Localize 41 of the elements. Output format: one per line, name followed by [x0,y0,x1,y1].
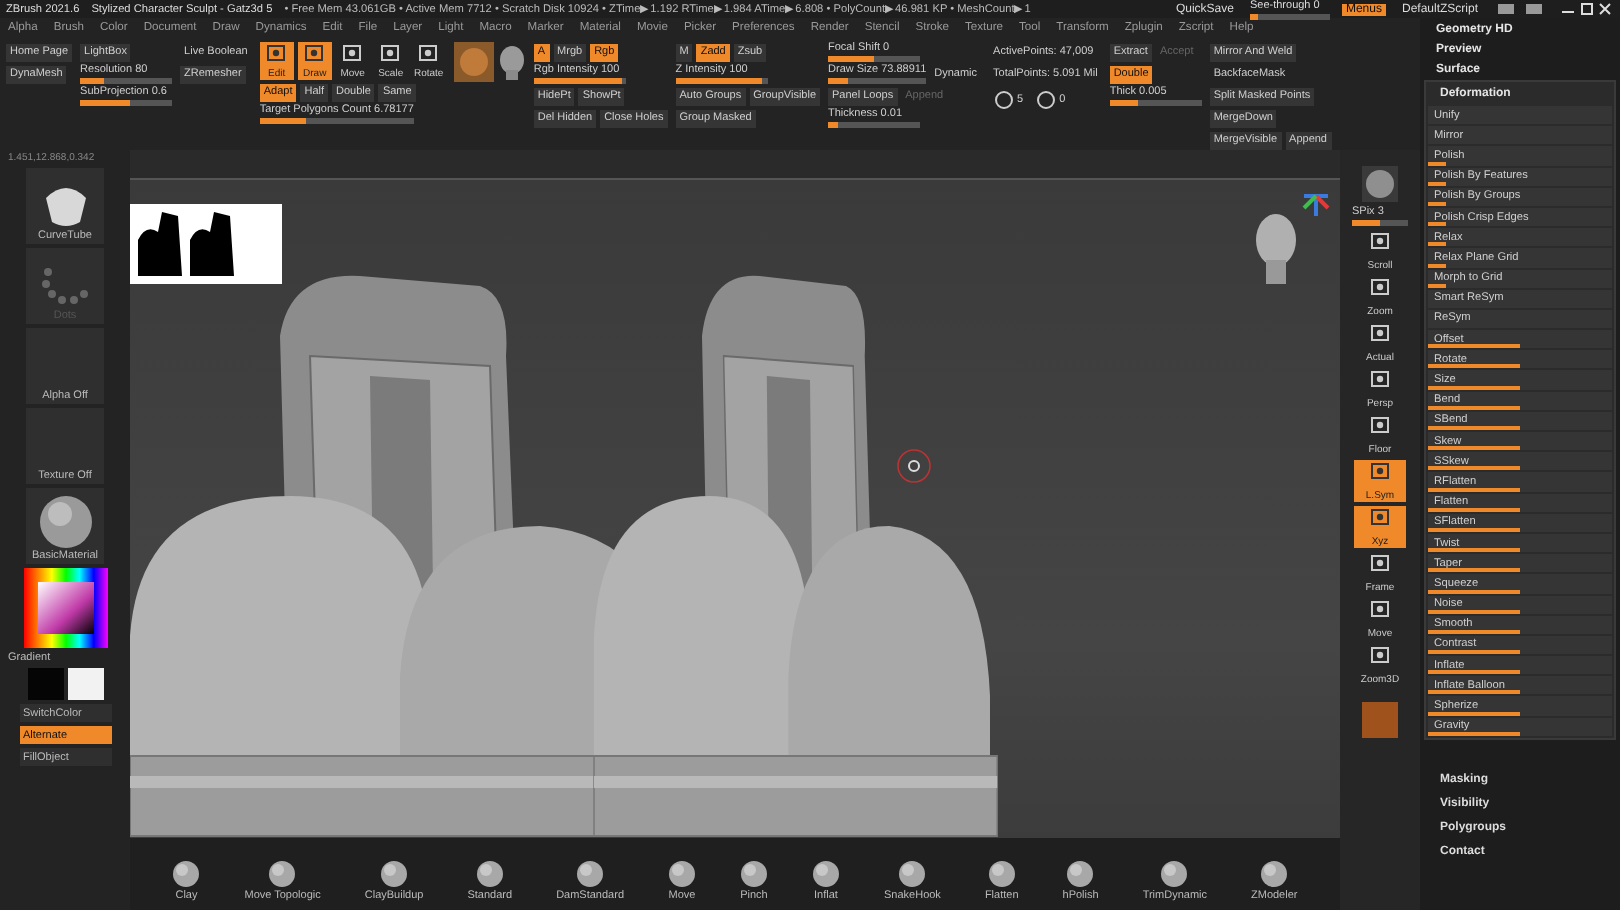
tool-icon [1370,554,1390,572]
brush-sphere-icon [987,860,1016,888]
tool-icon [1370,508,1390,526]
tool-icon [1370,324,1390,342]
tool-icon [1370,600,1390,618]
material-sphere-icon[interactable] [453,42,494,82]
brush-sphere-icon [740,860,768,888]
tool-icon [266,44,287,62]
tool-icon [1370,462,1390,480]
brush-sphere-icon [1066,860,1095,888]
brush-sphere-icon [668,860,696,888]
tool-icon [1370,416,1390,434]
brush-sphere-icon [812,860,840,888]
window-controls-icon[interactable] [1494,2,1614,16]
brush-cursor-icon [896,448,932,484]
tool-icon [342,44,363,62]
brush-sphere-icon [380,860,409,888]
tool-icon [304,44,325,62]
brush-sphere-icon [475,860,504,888]
tool-icon [1370,278,1390,296]
circle-icon [1035,90,1056,110]
brush-sphere-icon [268,860,297,888]
color-swatch[interactable] [1362,702,1398,738]
tool-icon [1370,232,1390,250]
circle-icon [993,90,1014,110]
color-picker-drawing[interactable] [23,568,107,648]
brush-sphere-icon [576,860,605,888]
tool-icon [1370,370,1390,388]
brush-sphere-icon [172,860,201,888]
brush-sphere-icon [898,860,927,888]
material-sphere-icon [37,494,93,550]
sphere-render-icon[interactable] [1362,166,1398,202]
brush-sphere-icon [1260,860,1289,888]
tool-icon [418,44,439,62]
dots-stroke-icon [39,266,91,310]
head-icon[interactable] [497,44,526,80]
brush-sphere-icon [1160,860,1189,888]
color-swatch[interactable] [27,668,63,700]
color-swatch[interactable] [67,668,103,700]
tool-icon [380,44,401,62]
tool-icon [1370,646,1390,664]
